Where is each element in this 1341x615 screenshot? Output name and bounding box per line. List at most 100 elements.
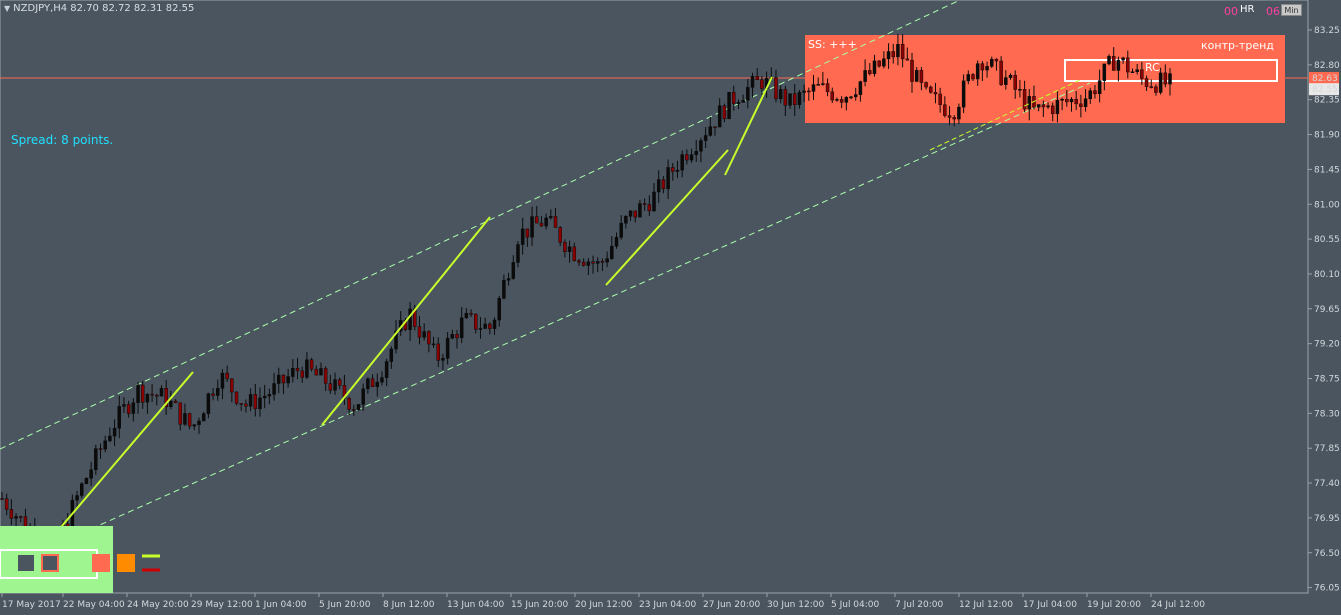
- candle-body: [868, 70, 872, 75]
- candle-body: [117, 406, 122, 429]
- candle-body: [1121, 57, 1125, 61]
- candle-body: [1074, 98, 1078, 105]
- legend-swatch-outlined[interactable]: [41, 554, 59, 572]
- candle-body: [1168, 73, 1172, 85]
- candle-body: [1008, 74, 1013, 78]
- candle-body: [1154, 86, 1158, 93]
- candle-body: [516, 244, 520, 263]
- candle-body: [858, 81, 863, 95]
- candle-body: [1088, 90, 1093, 100]
- candle-body: [717, 105, 722, 128]
- channel-lower-line[interactable]: [54, 82, 1091, 546]
- candle-body: [722, 105, 727, 120]
- candle-body: [919, 69, 924, 83]
- candle-body: [844, 97, 849, 103]
- candle-body: [1036, 104, 1041, 108]
- candle-body: [553, 216, 558, 228]
- time-axis: 17 May 2017 22 May 04:00 24 May 20:00 29 Ma…: [1, 593, 1205, 610]
- candle-body: [727, 91, 731, 120]
- candle-body: [234, 391, 239, 404]
- candle-body: [436, 343, 440, 361]
- candle-body: [1149, 86, 1153, 88]
- candle-body: [760, 79, 764, 89]
- rc-label: RC: [1145, 61, 1160, 74]
- candle-body: [774, 77, 778, 100]
- candle-body: [680, 154, 684, 171]
- trend-line[interactable]: [321, 216, 491, 426]
- legend-swatch-dark[interactable]: [18, 555, 34, 571]
- candle-body: [849, 96, 853, 99]
- candle-body: [366, 378, 370, 390]
- candle-body: [352, 409, 356, 411]
- candle-body: [159, 388, 164, 397]
- candle-body: [703, 135, 708, 141]
- price-tick-label: 77.85: [1314, 444, 1340, 454]
- candle-body: [1102, 63, 1107, 81]
- candle-body: [319, 368, 323, 376]
- candle-body: [638, 203, 642, 218]
- candle-body: [192, 424, 197, 427]
- candle-body: [1079, 103, 1083, 107]
- candle-body: [450, 334, 455, 339]
- candle-body: [155, 394, 159, 397]
- candle-body: [994, 58, 999, 62]
- candle-body: [905, 58, 910, 61]
- candle-body: [14, 516, 18, 519]
- candle-body: [230, 378, 234, 393]
- ask-price-label: 82.63: [1312, 74, 1338, 84]
- price-tick-label: 79.20: [1314, 340, 1340, 350]
- price-tick-label: 76.95: [1314, 514, 1340, 524]
- candle-body: [694, 151, 698, 155]
- candle-body: [389, 348, 394, 362]
- symbol-header: ▼ NZDJPY,H4 82.70 82.72 82.31 82.55: [4, 3, 194, 14]
- candle-body: [122, 404, 126, 407]
- channel-upper-line[interactable]: [0, 0, 961, 450]
- candle-body: [938, 93, 942, 106]
- candle-body: [488, 323, 492, 329]
- candle-body: [952, 117, 956, 120]
- candle-body: [1126, 57, 1130, 73]
- candle-body: [79, 483, 84, 496]
- legend-swatch-orange[interactable]: [117, 554, 135, 572]
- price-tick-label: 79.65: [1314, 305, 1340, 315]
- candle-body: [666, 167, 670, 190]
- candle-body: [136, 384, 140, 403]
- price-tick-label: 76.05: [1314, 584, 1340, 594]
- candle-body: [309, 359, 314, 370]
- candle-body: [1018, 89, 1022, 91]
- candle-body: [455, 334, 459, 339]
- candle-body: [586, 261, 591, 266]
- candle-body: [1013, 74, 1017, 90]
- candle-body: [258, 397, 262, 410]
- candle-body: [896, 44, 900, 58]
- candle-body: [563, 242, 567, 252]
- candle-body: [183, 413, 187, 425]
- price-chart[interactable]: 83.25 82.80 82.35 81.90 81.45 81.00 80.55 80.10…: [0, 0, 1341, 615]
- candle-body: [642, 203, 647, 205]
- price-tick-label: 78.75: [1314, 375, 1340, 385]
- candle-body: [980, 63, 985, 71]
- chart-window[interactable]: 83.25 82.80 82.35 81.90 81.45 81.00 80.55 80.10…: [0, 0, 1341, 615]
- candle-body: [689, 154, 694, 161]
- candle-body: [375, 381, 380, 387]
- candle-body: [1093, 90, 1097, 95]
- time-tick-label: 8 Jun 12:00: [383, 600, 435, 610]
- candle-body: [1116, 59, 1121, 71]
- candle-body: [853, 94, 858, 98]
- candle-body: [216, 388, 220, 396]
- time-tick-label: 24 May 20:00: [127, 600, 189, 610]
- candle-body: [872, 60, 877, 75]
- legend-swatch-red[interactable]: [92, 554, 110, 572]
- candle-body: [347, 398, 351, 410]
- candle-body: [469, 313, 473, 315]
- candle-body: [103, 440, 107, 450]
- dropdown-triangle-icon[interactable]: ▼: [4, 4, 10, 13]
- candle-body: [671, 167, 675, 172]
- candle-body: [807, 90, 811, 93]
- candle-body: [746, 87, 750, 101]
- candle-body: [370, 378, 375, 387]
- candle-body: [441, 358, 445, 361]
- candle-body: [145, 393, 150, 403]
- min-button[interactable]: Min: [1281, 4, 1302, 16]
- candle-body: [924, 82, 928, 88]
